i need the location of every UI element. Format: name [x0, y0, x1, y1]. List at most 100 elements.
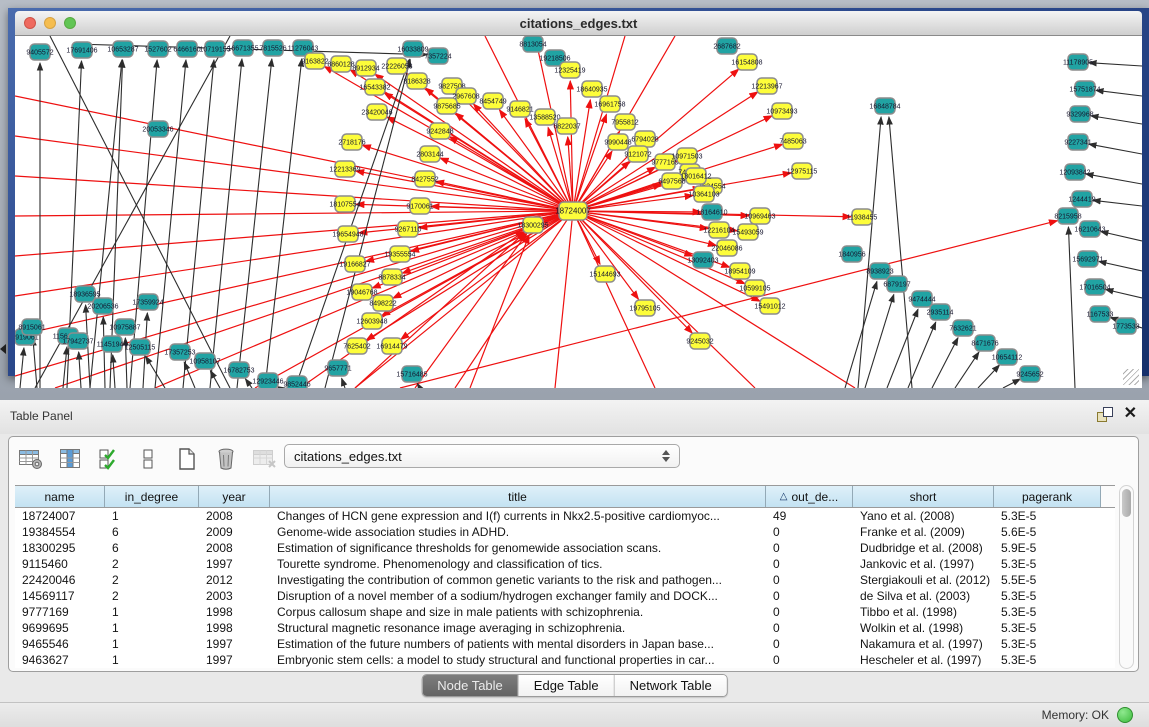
deselect-all-button[interactable] — [134, 446, 162, 472]
network-node[interactable]: 2935114 — [927, 304, 954, 320]
panel-collapse-arrow[interactable] — [0, 344, 6, 354]
window-titlebar[interactable]: citations_edges.txt — [15, 11, 1142, 36]
network-node[interactable]: 11451944 — [97, 336, 128, 352]
column-header-title[interactable]: title — [270, 486, 766, 507]
table-row[interactable]: 1456911722003Disruption of a novel membe… — [15, 588, 1115, 604]
network-node[interactable]: 9405572 — [26, 44, 53, 60]
table-row[interactable]: 946554611997Estimation of the future num… — [15, 636, 1115, 652]
column-header-in_degree[interactable]: in_degree — [105, 486, 199, 507]
column-header-name[interactable]: name — [15, 486, 105, 507]
network-node[interactable]: 6822037 — [553, 118, 580, 134]
tab-network-table[interactable]: Network Table — [615, 675, 727, 696]
network-node[interactable]: 16848784 — [869, 98, 900, 114]
network-node[interactable]: 16210643 — [1074, 221, 1105, 237]
float-panel-icon[interactable] — [1096, 406, 1112, 422]
network-node[interactable]: 16671355 — [227, 40, 258, 56]
new-table-button[interactable] — [173, 446, 201, 472]
scrollbar-thumb[interactable] — [1122, 489, 1131, 517]
network-node[interactable]: 18164610 — [696, 204, 727, 220]
network-node[interactable]: 9121072 — [624, 146, 651, 162]
network-node[interactable]: 19166827 — [339, 256, 370, 272]
network-node[interactable]: 6794028 — [631, 131, 658, 147]
network-canvas[interactable]: 9405572176914061065328715276026466160107… — [15, 36, 1142, 388]
network-node[interactable]: 9245032 — [686, 333, 713, 349]
table-row[interactable]: 946362711997Embryonic stem cells: a mode… — [15, 652, 1115, 668]
network-node[interactable]: 1244419 — [1068, 191, 1095, 207]
table-row[interactable]: 1872400712008Changes of HCN gene express… — [15, 508, 1115, 524]
network-node[interactable]: 9170061 — [406, 198, 433, 214]
network-node[interactable]: 10653287 — [107, 41, 138, 57]
network-node[interactable]: 10654112 — [992, 349, 1023, 365]
table-row[interactable]: 911546021997Tourette syndrome. Phenomeno… — [15, 556, 1115, 572]
network-node[interactable]: 9990448 — [604, 134, 631, 150]
network-node[interactable]: 7632621 — [949, 320, 976, 336]
network-node[interactable]: 9852446 — [283, 376, 310, 388]
select-all-button[interactable] — [95, 446, 123, 472]
table-row[interactable]: 969969511998Structural magnetic resonanc… — [15, 620, 1115, 636]
network-node[interactable]: 15716485 — [396, 366, 427, 382]
network-node[interactable]: 9245652 — [1016, 366, 1043, 382]
close-panel-icon[interactable]: ✕ — [1124, 406, 1137, 422]
resize-grip[interactable] — [1123, 369, 1139, 385]
column-header-pagerank[interactable]: pagerank — [994, 486, 1101, 507]
network-node[interactable]: 8813054 — [519, 36, 546, 52]
table-row[interactable]: 1938455462009Genome-wide association stu… — [15, 524, 1115, 540]
network-node[interactable]: 7485063 — [779, 133, 806, 149]
table-options-button[interactable] — [17, 446, 45, 472]
network-node[interactable]: 10969463 — [744, 208, 775, 224]
network-node[interactable]: 16154808 — [731, 54, 762, 70]
network-node[interactable]: 15692971 — [1072, 251, 1103, 267]
network-node[interactable]: 7815526 — [259, 40, 286, 56]
network-node[interactable]: 12213369 — [329, 161, 360, 177]
network-node[interactable]: 19355554 — [384, 246, 415, 262]
network-node[interactable]: 19795105 — [629, 300, 660, 316]
network-node[interactable]: 9267110 — [395, 221, 422, 237]
network-node[interactable]: 7357224 — [424, 48, 451, 64]
network-node[interactable]: 12975115 — [787, 163, 818, 179]
network-node[interactable]: 6879197 — [883, 276, 910, 292]
network-node[interactable]: 11178905 — [1063, 54, 1093, 70]
network-node[interactable]: 8215958 — [1054, 208, 1081, 224]
network-node[interactable]: 15751874 — [1069, 81, 1100, 97]
vertical-scrollbar[interactable] — [1119, 485, 1134, 669]
network-graph[interactable]: 9405572176914061065328715276026466160107… — [15, 36, 1142, 388]
network-node[interactable]: 9329968 — [1066, 106, 1093, 122]
network-node[interactable]: 12216104 — [703, 222, 734, 238]
network-node[interactable]: 1773533 — [1112, 318, 1139, 334]
tab-edge-table[interactable]: Edge Table — [519, 675, 615, 696]
network-node[interactable]: 7625402 — [343, 338, 370, 354]
tab-node-table[interactable]: Node Table — [422, 675, 519, 696]
network-node[interactable]: 8912934 — [352, 60, 379, 76]
network-node[interactable]: 7955812 — [611, 114, 638, 130]
network-node[interactable]: 8471676 — [971, 335, 998, 351]
network-node[interactable]: 9227341 — [1064, 134, 1091, 150]
network-node[interactable]: 8427552 — [411, 171, 438, 187]
network-node[interactable]: 9875685 — [433, 98, 460, 114]
network-node[interactable]: 9242848 — [426, 123, 453, 139]
table-row[interactable]: 1830029562008Estimation of significance … — [15, 540, 1115, 556]
network-node[interactable]: 18640935 — [576, 81, 607, 97]
network-node[interactable]: 6466160 — [173, 41, 200, 57]
column-header-short[interactable]: short — [853, 486, 994, 507]
network-node[interactable]: 1527602 — [144, 41, 171, 57]
network-node[interactable]: 22046086 — [711, 240, 742, 256]
network-node[interactable]: 2687682 — [713, 38, 740, 54]
network-node[interactable]: 8454749 — [479, 93, 506, 109]
column-header-year[interactable]: year — [199, 486, 270, 507]
network-node[interactable]: 16961758 — [594, 96, 625, 112]
network-node[interactable]: 16782753 — [223, 362, 254, 378]
network-node[interactable]: 8498222 — [369, 295, 396, 311]
network-node[interactable]: 22226058 — [381, 58, 412, 74]
table-row[interactable]: 977716911998Corpus callosum shape and si… — [15, 604, 1115, 620]
column-header-out_de[interactable]: △out_de... — [766, 486, 853, 507]
table-selector-dropdown[interactable]: citations_edges.txt — [284, 444, 680, 468]
network-node[interactable]: 8860128 — [327, 56, 354, 72]
network-node[interactable]: 17016504 — [1079, 279, 1110, 295]
delete-table-button[interactable] — [251, 446, 279, 472]
network-node[interactable]: 9163822 — [301, 53, 328, 69]
table-row[interactable]: 2242004622012Investigating the contribut… — [15, 572, 1115, 588]
network-node[interactable]: 16914479 — [376, 338, 407, 354]
network-node[interactable]: 8915061 — [18, 319, 45, 335]
network-node[interactable]: 2718176 — [338, 134, 365, 150]
network-node[interactable]: 8878334 — [378, 269, 405, 285]
